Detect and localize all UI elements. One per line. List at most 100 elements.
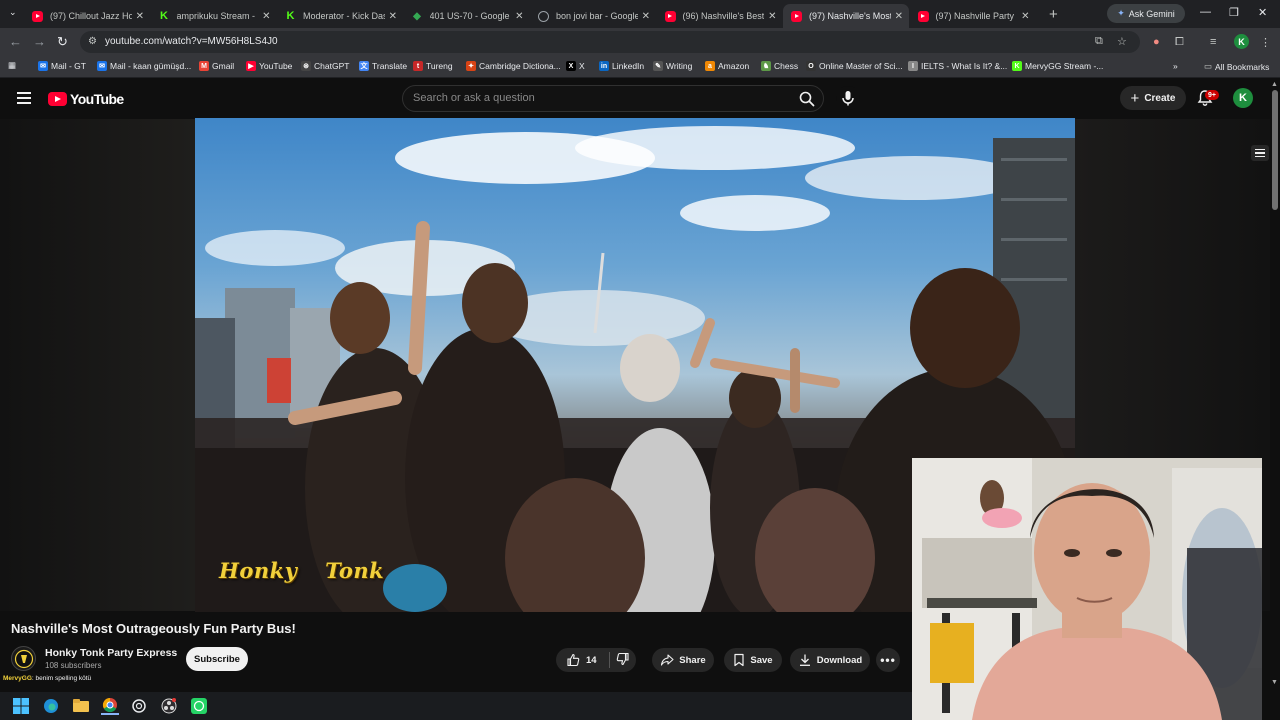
chrome-browser-icon[interactable] <box>101 697 119 715</box>
chatgpt-app-icon[interactable] <box>130 697 148 715</box>
tab-close-icon[interactable]: ✕ <box>895 11 903 22</box>
gemini-sparkle-icon: ✦ <box>1117 8 1125 18</box>
download-button[interactable]: Download <box>790 648 870 672</box>
chatgpt-icon: ⊛ <box>301 61 311 71</box>
browser-tab[interactable]: (97) Nashville Party Bu✕ <box>910 4 1036 28</box>
edge-browser-icon[interactable] <box>42 697 60 715</box>
tab-close-icon[interactable]: ✕ <box>262 11 270 22</box>
download-label: Download <box>816 654 863 666</box>
browser-tab[interactable]: ◆ 401 US-70 - Google M ✕ <box>404 4 530 28</box>
url-text[interactable]: youtube.com/watch?v=MW56H8LS4J0 <box>105 36 278 47</box>
all-bookmarks-label: All Bookmarks <box>1215 61 1270 72</box>
forward-icon[interactable]: → <box>33 34 46 49</box>
extension-icon[interactable]: ● <box>1153 36 1160 48</box>
bookmarks-overflow-icon[interactable]: » <box>1173 61 1178 71</box>
tab-close-icon[interactable]: ✕ <box>642 11 650 22</box>
youtube-logo[interactable]: YouTube <box>48 91 124 107</box>
chat-text: : benim spelling kötü <box>31 675 92 682</box>
tab-title: 401 US-70 - Google M <box>429 11 512 21</box>
bookmark-item[interactable]: ✉ Mail - kaan gümüşd... <box>97 61 191 71</box>
bookmark-item[interactable]: ✎ Writing <box>653 61 692 71</box>
bookmark-item[interactable]: O Online Master of Sci... <box>806 61 903 71</box>
like-button[interactable]: 14 <box>566 653 597 667</box>
x-icon: X <box>566 61 576 71</box>
file-explorer-icon[interactable] <box>72 697 90 715</box>
bookmark-item[interactable]: in LinkedIn <box>599 61 644 71</box>
browser-tab[interactable]: (97) Chillout Jazz Hou ✕ <box>24 4 150 28</box>
save-button[interactable]: Save <box>724 648 782 672</box>
youtube-play-logo-icon <box>48 92 67 106</box>
tab-close-icon[interactable]: ✕ <box>515 11 523 22</box>
reload-icon[interactable]: ↻ <box>57 34 68 50</box>
site-info-icon[interactable]: ⚙ <box>88 36 97 47</box>
all-bookmarks-button[interactable]: ▭ All Bookmarks <box>1204 61 1269 72</box>
apps-grid-icon[interactable]: ▦ <box>8 60 16 71</box>
windows-start-icon[interactable] <box>12 697 30 715</box>
bookmark-item[interactable]: ▶ YouTube <box>246 61 292 71</box>
tab-organizer-icon[interactable]: ≡ <box>1210 36 1216 48</box>
share-label: Share <box>679 654 706 666</box>
browser-tab[interactable]: Kamprikuku Stream - Ki ✕ <box>151 4 277 28</box>
browser-tab-strip: ⌄ (97) Chillout Jazz Hou ✕ Kamprikuku Stre… <box>0 0 1280 28</box>
scroll-thumb[interactable] <box>1272 90 1278 210</box>
tab-close-icon[interactable]: ✕ <box>768 11 776 22</box>
bookmark-item[interactable]: t Tureng <box>413 61 453 71</box>
search-button[interactable] <box>797 89 817 109</box>
share-button[interactable]: Share <box>652 648 714 672</box>
address-bar[interactable]: ⚙ youtube.com/watch?v=MW56H8LS4J0 ⧉ ☆ <box>80 31 1140 53</box>
dislike-button[interactable] <box>616 652 634 668</box>
browser-tab[interactable]: bon jovi bar - Google ✕ <box>530 4 656 28</box>
bookmark-label: LinkedIn <box>612 61 645 71</box>
minimize-icon[interactable]: — <box>1200 6 1211 18</box>
browser-tab[interactable]: K Moderator - Kick Dash ✕ <box>277 4 403 28</box>
tab-title: (97) Nashville's Most O <box>809 11 891 21</box>
bookmark-item[interactable]: ✦ Cambridge Dictiona... <box>466 61 561 71</box>
more-horizontal-icon: ••• <box>880 653 896 667</box>
kick-icon: K <box>160 10 168 22</box>
tab-search-chevron-icon[interactable]: ⌄ <box>9 7 17 18</box>
chrome-menu-icon[interactable]: ⋮ <box>1260 36 1271 49</box>
create-button[interactable]: + Create <box>1120 86 1186 110</box>
browser-tab[interactable]: (97) Nashville's Most O ✕ <box>783 4 909 28</box>
browser-tab[interactable]: (96) Nashville's Best P ✕ <box>657 4 783 28</box>
youtube-account-avatar[interactable]: K <box>1233 88 1253 108</box>
bookmark-item[interactable]: 文 Translate <box>359 61 407 71</box>
bookmark-star-icon[interactable]: ☆ <box>1117 35 1127 48</box>
bookmark-item[interactable]: I IELTS - What Is It? &... <box>908 61 1007 71</box>
bookmark-item[interactable]: K MervyGG Stream -... <box>1012 61 1103 71</box>
scroll-down-arrow-icon[interactable]: ▼ <box>1271 679 1278 686</box>
ask-gemini-button[interactable]: ✦ Ask Gemini <box>1107 4 1185 23</box>
bookmark-item[interactable]: M Gmail <box>199 61 234 71</box>
new-tab-button[interactable]: + <box>1049 6 1058 23</box>
extensions-puzzle-icon[interactable]: ⧠ <box>1175 36 1184 49</box>
scroll-up-arrow-icon[interactable]: ▲ <box>1271 81 1278 88</box>
channel-name[interactable]: Honky Tonk Party Express <box>45 647 177 659</box>
install-app-icon[interactable]: ⧉ <box>1095 35 1103 48</box>
tab-close-icon[interactable]: ✕ <box>1021 11 1029 22</box>
tab-close-icon[interactable]: ✕ <box>136 11 144 22</box>
gmail-icon: M <box>199 61 209 71</box>
bookmark-item[interactable]: XX <box>566 61 585 71</box>
channel-avatar[interactable] <box>11 646 36 671</box>
close-window-icon[interactable]: ✕ <box>1258 6 1267 19</box>
bookmark-item[interactable]: a Amazon <box>705 61 749 71</box>
search-input[interactable] <box>413 92 773 104</box>
chapters-list-icon[interactable] <box>1251 145 1269 161</box>
voice-search-button[interactable] <box>836 86 860 110</box>
youtube-icon <box>791 10 802 22</box>
guide-menu-icon[interactable] <box>17 92 31 104</box>
page-scrollbar[interactable]: ▲ ▼ <box>1270 79 1280 692</box>
bookmark-item[interactable]: ✉ Mail - GT <box>38 61 86 71</box>
chrome-profile-avatar[interactable]: K <box>1234 34 1249 49</box>
tab-close-icon[interactable]: ✕ <box>389 11 397 22</box>
whatsapp-icon[interactable] <box>190 697 208 715</box>
youtube-icon <box>32 10 43 22</box>
bookmark-item[interactable]: ♞ Chess <box>761 61 798 71</box>
restore-icon[interactable]: ❐ <box>1229 6 1239 19</box>
more-actions-button[interactable]: ••• <box>876 648 900 672</box>
subscribe-button[interactable]: Subscribe <box>186 647 248 671</box>
back-icon[interactable]: ← <box>9 34 22 49</box>
obs-studio-icon[interactable] <box>160 697 178 715</box>
bookmark-item[interactable]: ⊛ ChatGPT <box>301 61 349 71</box>
windows-taskbar <box>0 692 912 720</box>
